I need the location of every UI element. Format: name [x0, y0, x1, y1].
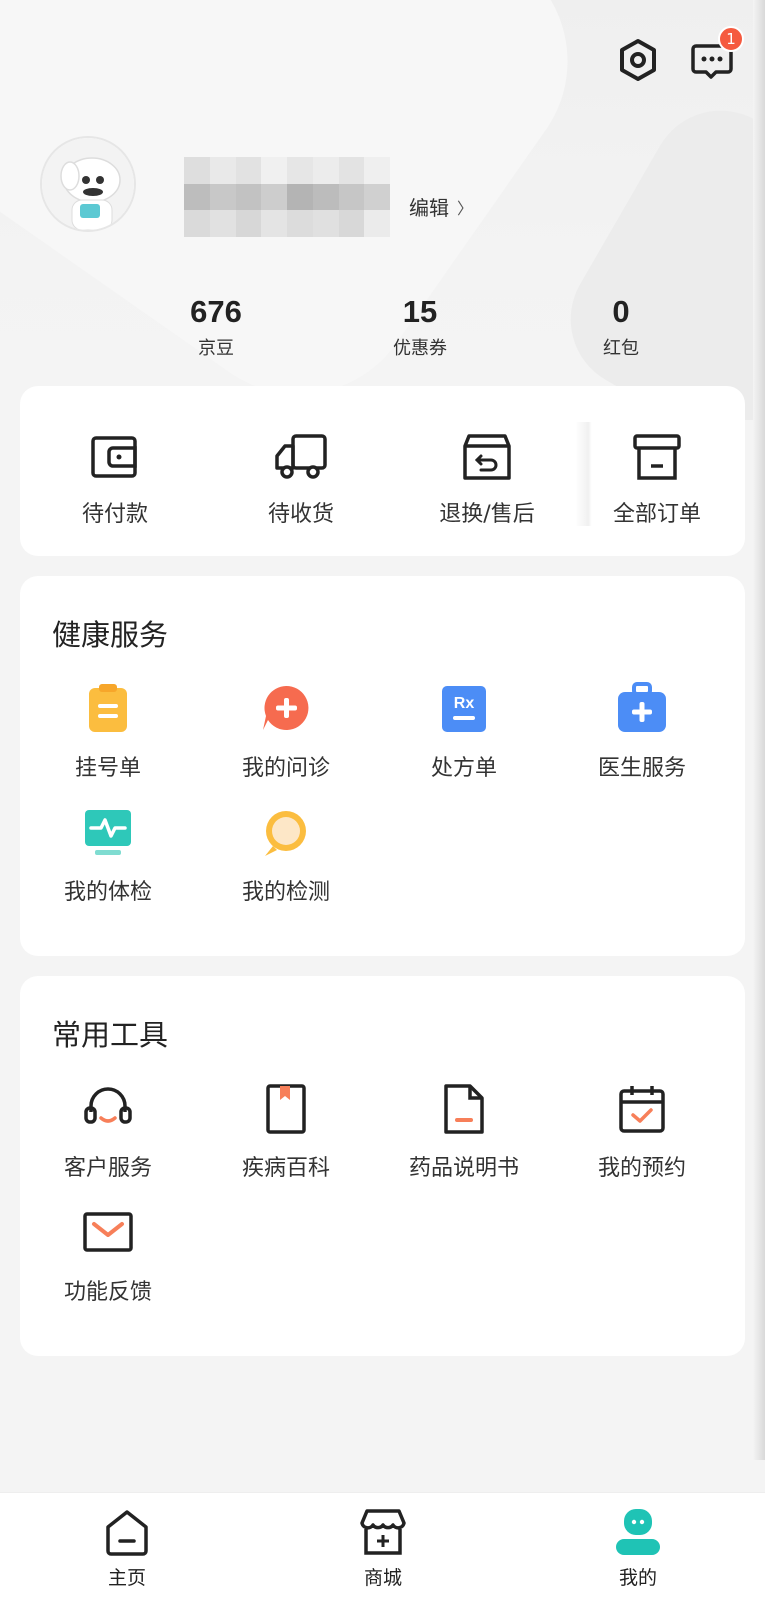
monitor-pulse-icon: [85, 810, 131, 855]
service-label: 医生服务: [597, 756, 686, 781]
order-returns[interactable]: 退换/售后: [412, 432, 562, 528]
tool-label: 功能反馈: [63, 1280, 152, 1305]
service-label: 我的体检: [63, 880, 152, 905]
tool-label: 疾病百科: [241, 1156, 330, 1181]
stat-value: 0: [612, 294, 630, 329]
orders-card: 待付款 待收货 退换/售后 全部订单: [20, 386, 745, 556]
tool-customer-service[interactable]: 客户服务: [28, 1082, 188, 1182]
profile-icon: [616, 1509, 660, 1555]
service-checkup[interactable]: 我的体检: [28, 806, 188, 906]
settings-button[interactable]: [614, 36, 662, 84]
tab-label: 主页: [107, 1567, 146, 1589]
username-blurred: [184, 157, 390, 237]
medkit-icon: [618, 682, 666, 732]
chevron-right-icon: 〉: [457, 198, 474, 218]
return-box-icon: [463, 434, 511, 480]
clipboard-icon: [89, 684, 127, 732]
order-pending-payment[interactable]: 待付款: [40, 432, 190, 528]
common-tools-card: 常用工具 客户服务 疾病百科 药品说明书 我的预约 功能反馈: [20, 976, 745, 1356]
tool-disease-encyclopedia[interactable]: 疾病百科: [206, 1082, 366, 1182]
edit-profile-link[interactable]: 编辑 〉: [409, 192, 473, 221]
truck-icon: [275, 434, 327, 479]
bottom-tab-bar: 主页 商城 我的: [0, 1492, 765, 1600]
message-count-badge: 1: [718, 26, 744, 52]
service-label: 挂号单: [74, 756, 141, 781]
envelope-icon: [83, 1212, 133, 1252]
headset-icon: [84, 1087, 132, 1124]
service-doctor[interactable]: 医生服务: [562, 682, 722, 782]
stat-label: 京豆: [198, 338, 234, 359]
tool-drug-instructions[interactable]: 药品说明书: [384, 1082, 544, 1182]
stat-jingdou[interactable]: 676 京豆: [156, 294, 276, 360]
calendar-check-icon: [619, 1086, 665, 1133]
chat-plus-icon: [263, 685, 309, 730]
stat-coupons[interactable]: 15 优惠券: [360, 294, 480, 360]
mascot-avatar-image: [42, 138, 134, 230]
edit-label: 编辑: [409, 196, 449, 220]
order-label: 待付款: [81, 502, 148, 527]
order-pending-delivery[interactable]: 待收货: [226, 432, 376, 528]
tab-me[interactable]: 我的: [578, 1507, 698, 1590]
service-prescription[interactable]: Rx 处方单: [384, 682, 544, 782]
service-consultation[interactable]: 我的问诊: [206, 682, 366, 782]
header-decor-shape: [545, 85, 765, 420]
rx-icon: Rx: [442, 686, 486, 732]
tool-label: 药品说明书: [408, 1156, 519, 1181]
order-label: 待收货: [267, 502, 334, 527]
service-label: 我的检测: [241, 880, 330, 905]
magnifier-icon: [265, 811, 306, 856]
tool-label: 客户服务: [63, 1156, 152, 1181]
stat-value: 676: [190, 294, 242, 329]
stat-label: 红包: [603, 338, 639, 359]
home-icon: [106, 1510, 148, 1556]
tab-label: 我的: [618, 1567, 657, 1589]
stat-label: 优惠券: [393, 338, 447, 359]
section-title: 常用工具: [52, 1018, 169, 1052]
store-icon: [360, 1509, 406, 1555]
scroll-edge: [753, 0, 765, 1460]
tool-label: 我的预约: [597, 1156, 686, 1181]
service-label: 我的问诊: [241, 756, 330, 781]
svg-text:Rx: Rx: [454, 695, 475, 712]
wallet-icon: [91, 436, 137, 478]
tab-home[interactable]: 主页: [67, 1507, 187, 1590]
stat-red-packets[interactable]: 0 红包: [561, 294, 681, 360]
document-icon: [444, 1084, 484, 1134]
service-label: 处方单: [430, 756, 497, 781]
gear-icon: [620, 39, 656, 81]
avatar[interactable]: [40, 136, 136, 232]
book-icon: [266, 1084, 306, 1134]
tab-label: 商城: [363, 1567, 402, 1589]
health-services-card: 健康服务 挂号单 我的问诊 Rx 处方单 医生服务 我的体检 我的检测: [20, 576, 745, 956]
account-stats: 676 京豆 15 优惠券 0 红包: [0, 294, 765, 364]
order-label: 退换/售后: [439, 502, 535, 527]
section-title: 健康服务: [52, 618, 169, 652]
order-label: 全部订单: [612, 502, 701, 527]
tool-appointments[interactable]: 我的预约: [562, 1082, 722, 1182]
tab-store[interactable]: 商城: [323, 1507, 443, 1590]
stat-value: 15: [402, 294, 438, 329]
service-registration[interactable]: 挂号单: [28, 682, 188, 782]
service-testing[interactable]: 我的检测: [206, 806, 366, 906]
order-all[interactable]: 全部订单: [582, 432, 732, 528]
tool-feedback[interactable]: 功能反馈: [28, 1206, 188, 1306]
archive-box-icon: [633, 434, 681, 480]
